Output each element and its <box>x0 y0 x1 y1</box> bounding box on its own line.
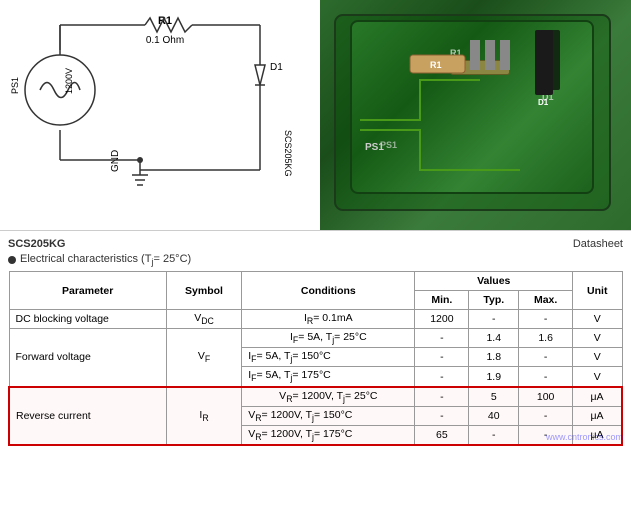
svg-text:D1: D1 <box>538 98 549 107</box>
cell-min: - <box>415 348 469 367</box>
cell-symbol-ir: IR <box>166 387 241 445</box>
svg-text:PS1: PS1 <box>10 77 20 94</box>
cell-typ: 5 <box>469 387 519 407</box>
table-header-row-1: Parameter Symbol Conditions Values Unit <box>9 272 622 291</box>
col-typ: Typ. <box>469 291 519 310</box>
cell-min: - <box>415 329 469 348</box>
svg-text:PS1: PS1 <box>365 142 384 153</box>
elec-title-text: Electrical characteristics (Tj= 25°C) <box>20 253 191 267</box>
cell-typ: 40 <box>469 406 519 425</box>
cell-condition: IR= 0.1mA <box>242 310 415 329</box>
svg-text:R1: R1 <box>430 60 442 70</box>
cell-typ: - <box>469 425 519 445</box>
pcb-photo: R1 D1 PS1 R1 D1 PS1 <box>320 0 631 230</box>
svg-text:D1: D1 <box>270 62 283 73</box>
cell-min: 65 <box>415 425 469 445</box>
cell-unit: V <box>573 367 623 387</box>
cell-typ: 1.4 <box>469 329 519 348</box>
cell-unit: V <box>573 348 623 367</box>
part-number: SCS205KG <box>8 238 65 250</box>
table-row: Forward voltage VF IF= 5A, Tj= 25°C - 1.… <box>9 329 622 348</box>
cell-typ: 1.8 <box>469 348 519 367</box>
cell-condition: IF= 5A, Tj= 25°C <box>242 329 415 348</box>
cell-min: - <box>415 387 469 407</box>
svg-text:0.1 Ohm: 0.1 Ohm <box>146 35 184 46</box>
svg-text:GND: GND <box>110 150 121 172</box>
characteristics-table: Parameter Symbol Conditions Values Unit … <box>8 271 623 446</box>
cell-condition: IF= 5A, Tj= 175°C <box>242 367 415 387</box>
col-min: Min. <box>415 291 469 310</box>
cell-min: - <box>415 367 469 387</box>
cell-unit: V <box>573 329 623 348</box>
cell-unit: μA <box>573 387 623 407</box>
cell-param: DC blocking voltage <box>9 310 166 329</box>
reverse-current-row-1: Reverse current IR VR= 1200V, Tj= 25°C -… <box>9 387 622 407</box>
cell-condition: VR= 1200V, Tj= 150°C <box>242 406 415 425</box>
cell-max: - <box>519 406 573 425</box>
col-max: Max. <box>519 291 573 310</box>
cell-condition: VR= 1200V, Tj= 175°C <box>242 425 415 445</box>
header-row: SCS205KG Datasheet <box>8 235 623 253</box>
svg-text:SCS205KG: SCS205KG <box>283 130 293 177</box>
bullet-icon <box>8 256 16 264</box>
doc-type: Datasheet <box>573 238 623 250</box>
top-section: R1 0.1 Ohm D1 SCS205KG <box>0 0 631 230</box>
cell-condition: IF= 5A, Tj= 150°C <box>242 348 415 367</box>
col-conditions: Conditions <box>242 272 415 310</box>
cell-max: 100 <box>519 387 573 407</box>
cell-max: - <box>519 348 573 367</box>
col-unit: Unit <box>573 272 623 310</box>
bottom-section: SCS205KG Datasheet Electrical characteri… <box>0 231 631 450</box>
cell-typ: 1.9 <box>469 367 519 387</box>
cell-min: - <box>415 406 469 425</box>
cell-max: - <box>519 367 573 387</box>
svg-text:1200V: 1200V <box>64 68 74 94</box>
table-row: DC blocking voltage VDC IR= 0.1mA 1200 -… <box>9 310 622 329</box>
watermark: www.cntronics.com <box>546 432 623 442</box>
cell-symbol: VDC <box>166 310 241 329</box>
cell-unit: μA <box>573 406 623 425</box>
col-parameter: Parameter <box>9 272 166 310</box>
cell-max: - <box>519 310 573 329</box>
col-symbol: Symbol <box>166 272 241 310</box>
cell-param: Forward voltage <box>9 329 166 387</box>
cell-min: 1200 <box>415 310 469 329</box>
circuit-diagram: R1 0.1 Ohm D1 SCS205KG <box>0 0 320 230</box>
cell-unit: V <box>573 310 623 329</box>
cell-typ: - <box>469 310 519 329</box>
cell-param-reverse: Reverse current <box>9 387 166 445</box>
electrical-title: Electrical characteristics (Tj= 25°C) <box>8 253 623 267</box>
cell-max: 1.6 <box>519 329 573 348</box>
col-values: Values <box>415 272 573 291</box>
cell-symbol: VF <box>166 329 241 387</box>
cell-condition: VR= 1200V, Tj= 25°C <box>242 387 415 407</box>
